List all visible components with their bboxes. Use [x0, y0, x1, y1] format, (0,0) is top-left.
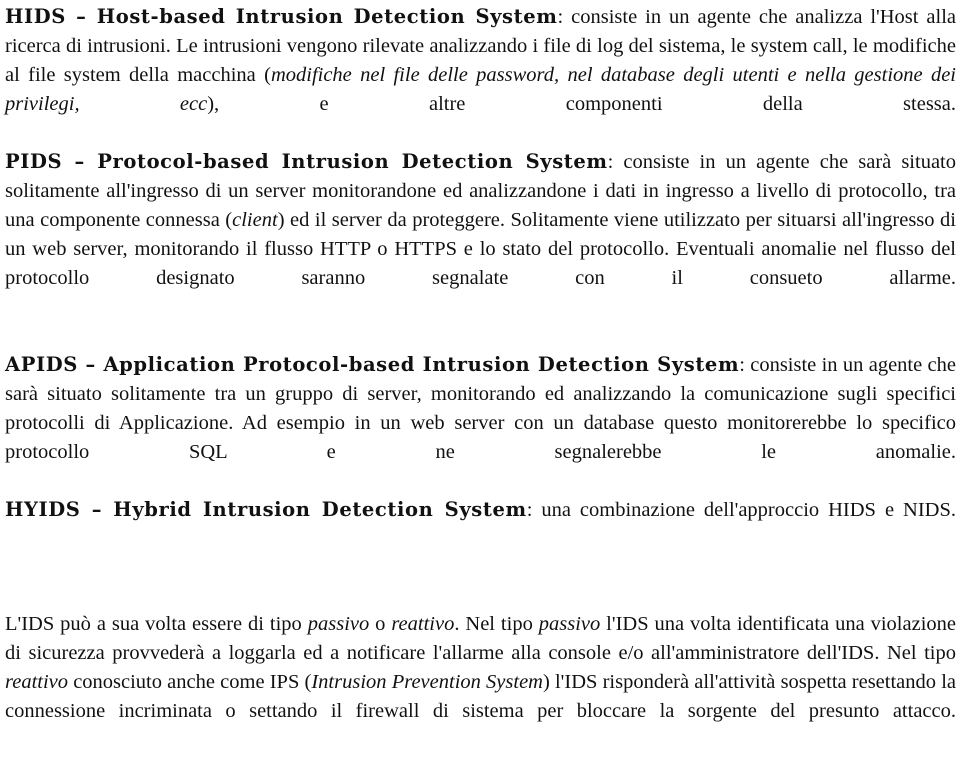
paragraph-hyids: HYIDS – Hybrid Intrusion Detection Syste…: [5, 495, 956, 554]
paragraph-pids: PIDS – Protocol-based Intrusion Detectio…: [5, 147, 956, 322]
closing-italic-part-2: reattivo: [391, 613, 455, 635]
hids-body-part-2: ), e altre componenti della stessa.: [207, 93, 956, 115]
closing-body-part-1: L'IDS può a sua volta essere di tipo: [5, 613, 308, 635]
heading-apids: APIDS – Application Protocol-based Intru…: [5, 353, 740, 376]
paragraph-apids: APIDS – Application Protocol-based Intru…: [5, 350, 956, 496]
heading-pids: PIDS – Protocol-based Intrusion Detectio…: [5, 150, 608, 173]
heading-hyids: HYIDS – Hybrid Intrusion Detection Syste…: [5, 498, 527, 521]
hyids-body-part-1: : una combinazione dell'approccio HIDS e…: [526, 499, 956, 521]
heading-hids: HIDS – Host-based Intrusion Detection Sy…: [5, 5, 558, 28]
closing-body-part-5: conosciuto anche come IPS (: [68, 671, 312, 693]
closing-body-part-3: . Nel tipo: [454, 613, 539, 635]
closing-italic-part-5: Intrusion Prevention System: [311, 671, 543, 693]
pids-italic-part-1: client: [232, 209, 278, 231]
paragraph-hids: HIDS – Host-based Intrusion Detection Sy…: [5, 2, 956, 148]
closing-italic-part-4: reattivo: [5, 671, 69, 693]
closing-italic-part-3: passivo: [538, 613, 601, 635]
paragraph-closing: L'IDS può a sua volta essere di tipo pas…: [5, 610, 956, 755]
document-page: HIDS – Host-based Intrusion Detection Sy…: [0, 0, 960, 762]
closing-body-part-2: o: [369, 613, 392, 635]
closing-italic-part-1: passivo: [307, 613, 370, 635]
